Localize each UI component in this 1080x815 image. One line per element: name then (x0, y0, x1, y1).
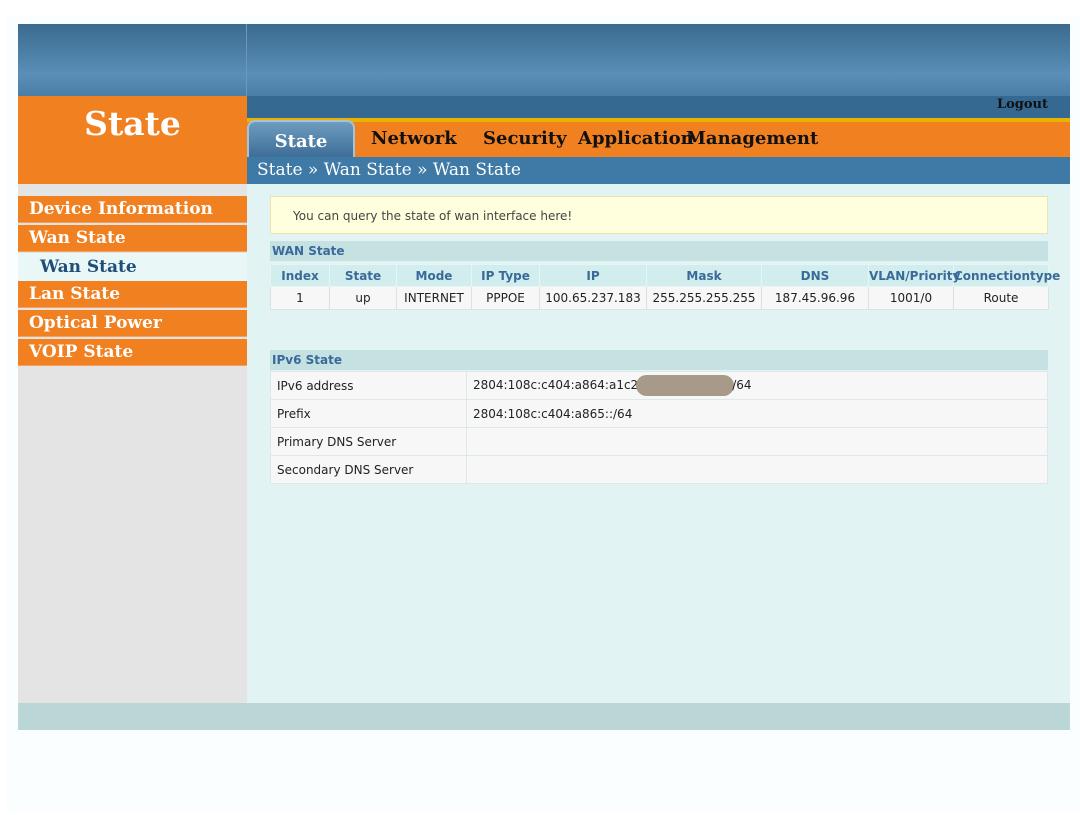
ipv6-state-table: IPv6 address 2804:108c:c404:a864:a1c2/64… (270, 371, 1048, 484)
table-cell: up (329, 286, 397, 310)
sidebar: Device Information Wan State Wan State L… (18, 184, 247, 703)
column-header: IP Type (471, 264, 540, 287)
redaction-mask (636, 375, 735, 396)
ipv6-address-label: IPv6 address (270, 371, 467, 400)
info-notice: You can query the state of wan interface… (270, 196, 1048, 234)
column-header: Connectiontype (953, 264, 1060, 287)
breadcrumb: State » Wan State » Wan State (257, 160, 521, 180)
sidebar-item-wan-state[interactable]: Wan State (18, 225, 247, 252)
banner-divider (246, 24, 247, 96)
ipv6-address-value: 2804:108c:c404:a864:a1c2/64 (466, 371, 1048, 400)
column-header: Index (270, 264, 330, 287)
sidebar-item-lan-state[interactable]: Lan State (18, 281, 247, 308)
table-cell: INTERNET (396, 286, 472, 310)
column-header: State (329, 264, 397, 287)
table-cell: 1001/0 (868, 286, 954, 310)
logout-link[interactable]: Logout (997, 97, 1048, 112)
column-header: DNS (761, 264, 869, 287)
prefix-value: 2804:108c:c404:a865::/64 (466, 399, 1048, 428)
column-header: Mode (396, 264, 472, 287)
router-admin-frame: State Logout State Network Security Appl… (18, 24, 1070, 730)
column-header: VLAN/Priority (868, 264, 960, 287)
sidebar-item-voip-state[interactable]: VOIP State (18, 339, 247, 366)
breadcrumb-bar: State » Wan State » Wan State (247, 157, 1070, 184)
table-cell: 255.255.255.255 (646, 286, 762, 310)
wan-state-title: WAN State (270, 241, 1048, 261)
secondary-dns-label: Secondary DNS Server (270, 455, 467, 484)
ipv6-address-prefix: 2804:108c:c404:a864:a1c2 (473, 378, 639, 392)
tab-state[interactable]: State (247, 120, 355, 157)
tab-security[interactable]: Security (483, 128, 567, 149)
primary-dns-label: Primary DNS Server (270, 427, 467, 456)
ipv6-state-title: IPv6 State (270, 350, 1048, 370)
table-row: Prefix 2804:108c:c404:a865::/64 (270, 399, 1048, 428)
wan-state-table: Index State Mode IP Type IP Mask DNS VLA… (270, 264, 1060, 310)
section-title-brand: State (18, 96, 247, 184)
main-content: You can query the state of wan interface… (247, 184, 1070, 703)
sidebar-item-device-information[interactable]: Device Information (18, 196, 247, 223)
table-cell: 1 (270, 286, 330, 310)
sidebar-item-optical-power[interactable]: Optical Power (18, 310, 247, 337)
table-row: IPv6 address 2804:108c:c404:a864:a1c2/64 (270, 371, 1048, 400)
main-nav: State Network Security Application Manag… (247, 120, 1070, 157)
footer-bar (18, 703, 1070, 730)
table-row: Secondary DNS Server (270, 455, 1048, 484)
table-row: Primary DNS Server (270, 427, 1048, 456)
secondary-dns-value (466, 455, 1048, 484)
table-cell: PPPOE (471, 286, 540, 310)
wan-table-header-row: Index State Mode IP Type IP Mask DNS VLA… (270, 264, 1060, 287)
table-cell: 187.45.96.96 (761, 286, 869, 310)
tab-network[interactable]: Network (371, 128, 457, 149)
tab-application[interactable]: Application (578, 128, 694, 149)
prefix-label: Prefix (270, 399, 467, 428)
primary-dns-value (466, 427, 1048, 456)
tab-management[interactable]: Management (686, 128, 818, 149)
table-cell: 100.65.237.183 (539, 286, 647, 310)
logout-bar: Logout (247, 96, 1070, 120)
column-header: Mask (646, 264, 762, 287)
sidebar-subitem-wan-state[interactable]: Wan State (18, 253, 247, 281)
top-banner (18, 24, 1070, 96)
table-cell: Route (953, 286, 1049, 310)
table-row: 1 up INTERNET PPPOE 100.65.237.183 255.2… (270, 286, 1049, 310)
ipv6-address-suffix: /64 (732, 378, 752, 392)
column-header: IP (539, 264, 647, 287)
